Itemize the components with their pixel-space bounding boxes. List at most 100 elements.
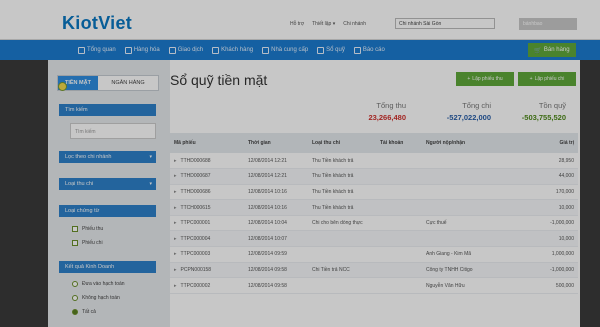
table-row[interactable]: ▸ TTHD000687 12/08/2014 12:21 Thu Tiền khác… xyxy=(170,168,578,185)
nav-label: Nhà cung cấp xyxy=(271,47,309,53)
expand-arrow-icon[interactable]: ▸ xyxy=(174,205,177,211)
page-title: Sổ quỹ tiền mặt xyxy=(170,72,268,88)
nav-reports[interactable]: Báo cáo xyxy=(353,46,385,54)
table-cell xyxy=(422,231,508,247)
panel-title: Loại chứng từ xyxy=(65,208,100,214)
chart-icon xyxy=(353,46,361,54)
result-head[interactable]: Kết quả Kinh Doanh xyxy=(59,261,156,273)
table-cell xyxy=(422,200,508,216)
cell-text: 10,000 xyxy=(558,204,574,211)
cell-text: TTPC000001 xyxy=(180,220,211,227)
table-row[interactable]: ▸ TTHD000688 12/08/2014 12:21 Thu Tiền khác… xyxy=(170,153,578,169)
cell-text: 10,000 xyxy=(558,235,574,242)
create-payment-button[interactable]: + Lập phiếu chi xyxy=(518,72,576,86)
table-cell: Nguyễn Văn Hữu xyxy=(422,278,508,294)
table-cell: 12/08/2014 10:04 xyxy=(244,215,308,231)
table-cell: 10,000 xyxy=(508,231,578,247)
cell-text: 12/08/2014 10:04 xyxy=(248,220,287,227)
table-row[interactable]: ▸ PCPN000158 12/08/2014 09:58 Chi Tiền trả … xyxy=(170,262,578,278)
table-row[interactable]: ▸ TTPC000004 12/08/2014 10:07 10,000 xyxy=(170,230,578,247)
radio-label: Không hạch toán xyxy=(82,295,120,301)
branch-select[interactable]: Chi nhánh Sài Gòn xyxy=(395,18,495,29)
table-cell: 12/08/2014 12:21 xyxy=(244,169,308,185)
radio[interactable] xyxy=(72,281,78,287)
col-account[interactable]: Tài khoản xyxy=(376,133,422,153)
table-row[interactable]: ▸ TTPC000001 12/08/2014 10:04 Chi cho bên d… xyxy=(170,215,578,231)
nav-cashbook[interactable]: Sổ quỹ xyxy=(317,46,345,54)
expand-arrow-icon[interactable]: ▸ xyxy=(174,220,177,226)
table-cell: 12/08/2014 10:16 xyxy=(244,200,308,216)
nav-products[interactable]: Hàng hóa xyxy=(124,46,160,54)
panel-title: Loại thu chi xyxy=(65,181,94,187)
sell-button[interactable]: 🛒 Bán hàng xyxy=(528,43,576,57)
col-person[interactable]: Người nộp/nhận xyxy=(422,133,508,153)
branch-filter-head[interactable]: Lọc theo chi nhánh ▾ xyxy=(59,151,156,163)
plus-icon: + xyxy=(467,76,471,82)
expand-arrow-icon[interactable]: ▸ xyxy=(174,236,177,242)
type-filter-head[interactable]: Loại thu chi ▾ xyxy=(59,178,156,190)
app-window: KiotViet Hỗ trợ Thiết lập ▾ Chi nhánh Ch… xyxy=(0,0,600,327)
nav-overview[interactable]: Tổng quan xyxy=(78,46,116,54)
create-receipt-button[interactable]: + Lập phiếu thu xyxy=(456,72,514,86)
nav-transactions[interactable]: Giao dịch xyxy=(168,46,203,54)
col-value[interactable]: Giá trị xyxy=(508,133,578,153)
nav-suppliers[interactable]: Nhà cung cấp xyxy=(262,46,309,54)
search-panel-head[interactable]: Tìm kiếm xyxy=(59,104,156,116)
col-type[interactable]: Loại thu chi xyxy=(308,133,376,153)
nav-customers[interactable]: Khách hàng xyxy=(212,46,253,54)
table-cell: ▸ TTPC000002 xyxy=(170,278,244,294)
cell-text: 12/08/2014 10:16 xyxy=(248,204,287,211)
table-cell: Chi cho bên dòng thực xyxy=(308,215,376,231)
table-row[interactable]: ▸ TTHD000686 12/08/2014 10:16 Thu Tiền khác… xyxy=(170,184,578,200)
search-input[interactable]: Tìm kiếm xyxy=(70,123,156,139)
checkbox[interactable] xyxy=(72,226,78,232)
expand-arrow-icon[interactable]: ▸ xyxy=(174,189,177,195)
cell-text: 12/08/2014 12:21 xyxy=(248,173,287,180)
check-payment[interactable]: Phiếu chi xyxy=(72,240,103,246)
table-cell xyxy=(376,184,422,200)
cell-text: -1,000,000 xyxy=(550,220,574,227)
total-in-value: 23,266,480 xyxy=(368,113,406,122)
settings-link[interactable]: Thiết lập ▾ xyxy=(312,21,335,27)
col-code[interactable]: Mã phiếu xyxy=(170,133,244,153)
cell-text: Thu Tiền khách trả xyxy=(312,188,354,195)
expand-arrow-icon[interactable]: ▸ xyxy=(174,283,177,289)
table-row[interactable]: ▸ TTPC000003 12/08/2014 09:59 Anh Giang - K… xyxy=(170,247,578,263)
radio-all[interactable]: Tất cả xyxy=(72,309,96,315)
table-cell: 12/08/2014 10:07 xyxy=(244,231,308,247)
cell-text: 500,000 xyxy=(555,282,574,289)
radio-not-accounted[interactable]: Không hạch toán xyxy=(72,295,120,301)
expand-arrow-icon[interactable]: ▸ xyxy=(174,173,177,179)
kiotviet-logo[interactable]: KiotViet xyxy=(62,13,132,34)
table-cell: Thu Tiền khách trả xyxy=(308,184,376,200)
radio-accounted[interactable]: Đưa vào hạch toán xyxy=(72,281,125,287)
col-time[interactable]: Thời gian xyxy=(244,133,308,153)
cell-text: -1,000,000 xyxy=(550,266,574,273)
cell-text: Công ty TNHH Citigo xyxy=(426,266,473,273)
check-receipt[interactable]: Phiếu thu xyxy=(72,226,103,232)
tab-bank[interactable]: NGÂN HÀNG xyxy=(98,76,158,90)
voucher-type-head[interactable]: Loại chứng từ xyxy=(59,205,156,217)
expand-arrow-icon[interactable]: ▸ xyxy=(174,251,177,257)
table-cell xyxy=(376,262,422,278)
plus-icon: + xyxy=(529,76,533,82)
cell-text: Nguyễn Văn Hữu xyxy=(426,282,465,289)
cell-text: Cực thuế xyxy=(426,220,447,227)
radio[interactable] xyxy=(72,295,78,301)
expand-arrow-icon[interactable]: ▸ xyxy=(174,158,177,164)
checkbox[interactable] xyxy=(72,240,78,246)
nav-label: Báo cáo xyxy=(362,47,385,53)
table-cell xyxy=(422,153,508,169)
nav-label: Sổ quỹ xyxy=(326,47,345,53)
radio[interactable] xyxy=(72,309,78,315)
cart-icon: 🛒 xyxy=(534,47,542,54)
help-link[interactable]: Hỗ trợ xyxy=(290,21,304,27)
expand-arrow-icon[interactable]: ▸ xyxy=(174,267,177,273)
table-row[interactable]: ▸ TTCH000615 12/08/2014 10:16 Thu Tiền khác… xyxy=(170,199,578,216)
user-menu[interactable]: bánhbao xyxy=(519,18,577,30)
click-indicator xyxy=(58,82,67,91)
table-cell: 12/08/2014 09:58 xyxy=(244,262,308,278)
table-cell xyxy=(376,200,422,216)
table-row[interactable]: ▸ TTPC000002 12/08/2014 09:58 Nguyễn Văn Hữ… xyxy=(170,278,578,294)
table-cell: 12/08/2014 09:59 xyxy=(244,247,308,263)
